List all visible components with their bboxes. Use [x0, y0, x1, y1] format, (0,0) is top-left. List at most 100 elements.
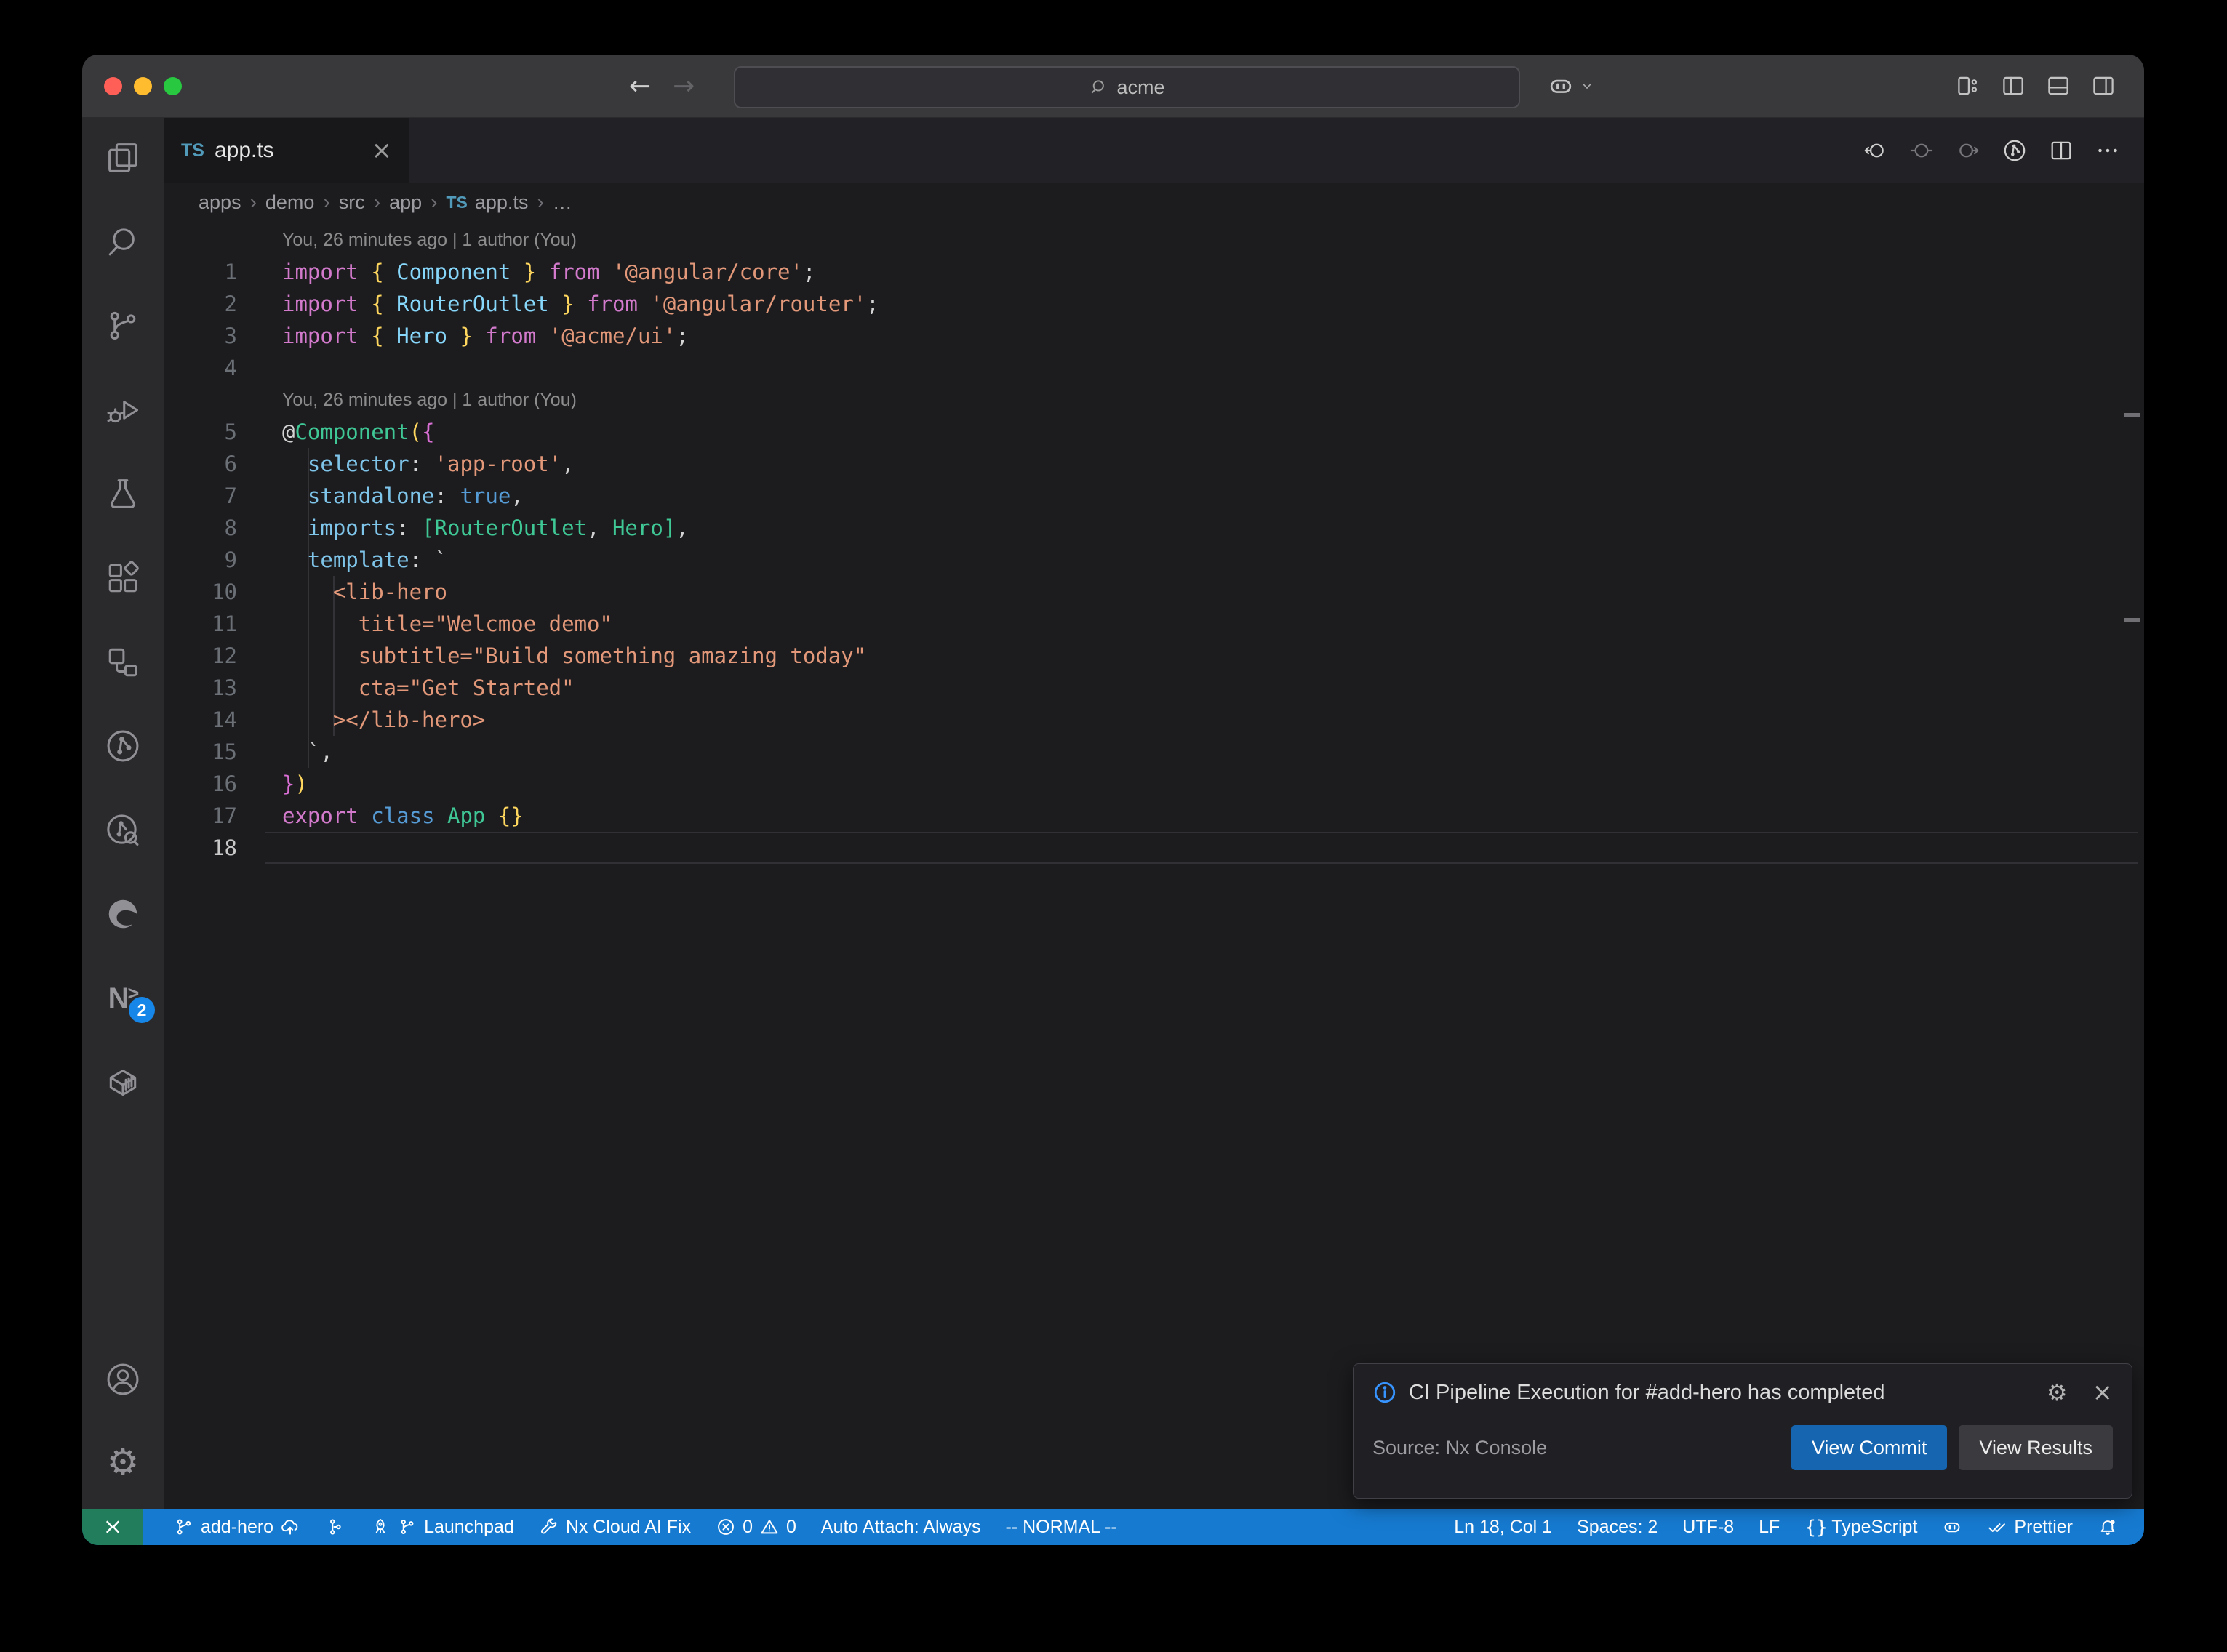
breadcrumb-item-[interactable]: …: [553, 191, 572, 214]
code-line-13[interactable]: 13 cta="Get Started": [164, 672, 2144, 704]
line-number[interactable]: 2: [164, 288, 237, 320]
line-number[interactable]: 3: [164, 320, 237, 352]
minimize-window-button[interactable]: [134, 77, 152, 95]
activity-item-nx-console[interactable]: N>2: [82, 979, 164, 1017]
code-line-15[interactable]: 15 `,: [164, 736, 2144, 768]
line-number[interactable]: 4: [164, 352, 237, 384]
line-number[interactable]: 6: [164, 448, 237, 480]
activity-item-accounts[interactable]: [82, 1360, 164, 1398]
layout-right-icon[interactable]: [2090, 73, 2116, 99]
view-commit-button[interactable]: View Commit: [1791, 1425, 1948, 1470]
code-line-12[interactable]: 12 subtitle="Build something amazing tod…: [164, 640, 2144, 672]
close-window-button[interactable]: [104, 77, 122, 95]
breadcrumb-item-src[interactable]: src: [339, 191, 365, 214]
explorer-icon: [104, 139, 142, 177]
breadcrumb-item-app[interactable]: app: [389, 191, 422, 214]
activity-item-run-debug[interactable]: [82, 391, 164, 429]
code-line-1[interactable]: 1import { Component } from '@angular/cor…: [164, 256, 2144, 288]
line-number[interactable]: 5: [164, 416, 237, 448]
customize-layout-icon[interactable]: [1955, 73, 1981, 99]
more-actions-icon[interactable]: [2095, 137, 2121, 164]
status-formatter-prettier[interactable]: Prettier: [1978, 1517, 2082, 1538]
code-line-5[interactable]: 5@Component({: [164, 416, 2144, 448]
activity-item-extensions[interactable]: [82, 559, 164, 597]
overview-ruler-marker: [2124, 618, 2140, 622]
status-language-mode[interactable]: {}TypeScript: [1796, 1517, 1926, 1538]
status-git-branch[interactable]: add-hero: [165, 1517, 309, 1538]
code-line-8[interactable]: 8 imports: [RouterOutlet, Hero],: [164, 512, 2144, 544]
line-number[interactable]: 10: [164, 576, 237, 608]
code-line-10[interactable]: 10 <lib-hero: [164, 576, 2144, 608]
line-number[interactable]: 13: [164, 672, 237, 704]
line-number[interactable]: 17: [164, 800, 237, 832]
status-cursor-position[interactable]: Ln 18, Col 1: [1445, 1517, 1561, 1538]
graph-circle-icon[interactable]: [2002, 137, 2028, 164]
status-auto-attach[interactable]: Auto Attach: Always: [812, 1517, 990, 1538]
status-copilot-status[interactable]: [1933, 1517, 1971, 1537]
line-number[interactable]: 7: [164, 480, 237, 512]
breadcrumb-item-appts[interactable]: TSapp.ts: [446, 191, 528, 214]
activity-item-containers[interactable]: [82, 1064, 164, 1102]
code-line-11[interactable]: 11 title="Welcmoe demo": [164, 608, 2144, 640]
forward-icon[interactable]: →: [673, 71, 695, 101]
blame-annotation[interactable]: You, 26 minutes ago | 1 author (You): [164, 384, 2144, 416]
status-nx-cloud-ai-fix[interactable]: Nx Cloud AI Fix: [530, 1517, 700, 1538]
code-line-6[interactable]: 6 selector: 'app-root',: [164, 448, 2144, 480]
status-eol[interactable]: LF: [1750, 1517, 1788, 1538]
activity-item-testing[interactable]: [82, 475, 164, 513]
line-number[interactable]: 1: [164, 256, 237, 288]
close-tab-icon[interactable]: ×: [372, 138, 393, 163]
line-number[interactable]: 15: [164, 736, 237, 768]
circle-arrow-left-icon[interactable]: [1862, 137, 1888, 164]
layout-bottom-icon[interactable]: [2045, 73, 2071, 99]
remote-indicator[interactable]: [82, 1509, 143, 1545]
code-line-4[interactable]: 4: [164, 352, 2144, 384]
code-editor[interactable]: You, 26 minutes ago | 1 author (You)1imp…: [164, 221, 2144, 1509]
code-line-14[interactable]: 14 ></lib-hero>: [164, 704, 2144, 736]
status-problems[interactable]: 00: [707, 1517, 805, 1538]
activity-item-search[interactable]: [82, 223, 164, 261]
status-indentation[interactable]: Spaces: 2: [1568, 1517, 1666, 1538]
close-icon[interactable]: ×: [2092, 1380, 2114, 1405]
circle-dash-icon[interactable]: [1908, 137, 1935, 164]
status-vim-mode[interactable]: -- NORMAL --: [996, 1517, 1125, 1538]
line-number[interactable]: 16: [164, 768, 237, 800]
code-line-2[interactable]: 2import { RouterOutlet } from '@angular/…: [164, 288, 2144, 320]
breadcrumb-item-apps[interactable]: apps: [199, 191, 241, 214]
line-number[interactable]: 9: [164, 544, 237, 576]
activity-item-edge-browser[interactable]: [82, 895, 164, 933]
activity-item-references[interactable]: [82, 643, 164, 681]
activity-item-explorer[interactable]: [82, 139, 164, 177]
view-results-button[interactable]: View Results: [1959, 1425, 2113, 1470]
code-line-17[interactable]: 17export class App {}: [164, 800, 2144, 832]
status-encoding[interactable]: UTF-8: [1674, 1517, 1743, 1538]
activity-item-nx-graph-search[interactable]: [82, 811, 164, 849]
activity-item-nx-project-graph[interactable]: [82, 727, 164, 765]
code-line-3[interactable]: 3import { Hero } from '@acme/ui';: [164, 320, 2144, 352]
activity-item-settings[interactable]: ⚙: [82, 1443, 164, 1481]
line-number[interactable]: 14: [164, 704, 237, 736]
status-gitlens-compare[interactable]: [316, 1517, 354, 1537]
layout-left-icon[interactable]: [2000, 73, 2026, 99]
split-editor-icon[interactable]: [2048, 137, 2074, 164]
activity-item-source-control[interactable]: [82, 307, 164, 345]
back-icon[interactable]: ←: [629, 71, 651, 101]
copilot-menu[interactable]: [1547, 55, 1595, 117]
circle-arrow-right-icon[interactable]: [1955, 137, 1981, 164]
code-line-7[interactable]: 7 standalone: true,: [164, 480, 2144, 512]
command-center-search[interactable]: acme: [734, 66, 1520, 108]
status-notifications-bell[interactable]: [2089, 1517, 2127, 1537]
line-number[interactable]: 12: [164, 640, 237, 672]
blame-annotation[interactable]: You, 26 minutes ago | 1 author (You): [164, 224, 2144, 256]
line-number[interactable]: 11: [164, 608, 237, 640]
status-gitlens-launchpad[interactable]: Launchpad: [361, 1517, 523, 1538]
code-line-9[interactable]: 9 template: `: [164, 544, 2144, 576]
notification-settings-icon[interactable]: ⚙: [2047, 1381, 2068, 1404]
code-line-18[interactable]: 18: [164, 832, 2144, 864]
line-number[interactable]: 8: [164, 512, 237, 544]
line-number[interactable]: 18: [164, 832, 237, 864]
maximize-window-button[interactable]: [164, 77, 182, 95]
code-line-16[interactable]: 16}): [164, 768, 2144, 800]
tab-app-ts[interactable]: TS app.ts ×: [164, 118, 409, 183]
breadcrumb-item-demo[interactable]: demo: [265, 191, 315, 214]
